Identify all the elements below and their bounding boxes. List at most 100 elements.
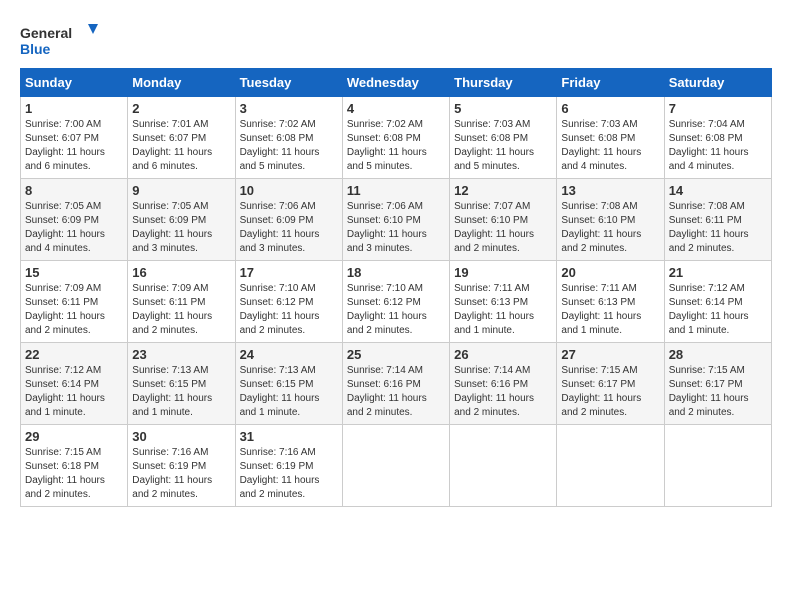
calendar-day-cell: 9 Sunrise: 7:05 AMSunset: 6:09 PMDaylight… — [128, 179, 235, 261]
day-info: Sunrise: 7:13 AMSunset: 6:15 PMDaylight:… — [240, 364, 338, 420]
day-info: Sunrise: 7:15 AMSunset: 6:17 PMDaylight:… — [669, 364, 767, 420]
day-number: 16 — [132, 265, 230, 280]
day-number: 29 — [25, 429, 123, 444]
day-number: 28 — [669, 347, 767, 362]
day-number: 11 — [347, 183, 445, 198]
day-info: Sunrise: 7:09 AMSunset: 6:11 PMDaylight:… — [132, 282, 230, 338]
weekday-header: Friday — [557, 69, 664, 97]
calendar-day-cell: 10Sunrise: 7:06 AMSunset: 6:09 PMDayligh… — [235, 179, 342, 261]
day-info: Sunrise: 7:16 AMSunset: 6:19 PMDaylight:… — [132, 446, 230, 502]
calendar-day-cell: 24 Sunrise: 7:13 AMSunset: 6:15 PMDayligh… — [235, 343, 342, 425]
page-header: General Blue — [20, 20, 772, 60]
calendar-week-row: 22Sunrise: 7:12 AMSunset: 6:14 PMDayligh… — [21, 343, 772, 425]
day-number: 6 — [561, 101, 659, 116]
day-number: 15 — [25, 265, 123, 280]
day-number: 23 — [132, 347, 230, 362]
calendar-week-row: 1 Sunrise: 7:00 AMSunset: 6:07 PMDaylight… — [21, 97, 772, 179]
calendar-day-cell: 18Sunrise: 7:10 AMSunset: 6:12 PMDayligh… — [342, 261, 449, 343]
calendar-day-cell: 1 Sunrise: 7:00 AMSunset: 6:07 PMDaylight… — [21, 97, 128, 179]
day-info: Sunrise: 7:04 AMSunset: 6:08 PMDaylight:… — [669, 118, 767, 174]
calendar-day-cell: 20 Sunrise: 7:11 AMSunset: 6:13 PMDayligh… — [557, 261, 664, 343]
day-info: Sunrise: 7:08 AMSunset: 6:11 PMDaylight:… — [669, 200, 767, 256]
calendar-day-cell: 4 Sunrise: 7:02 AMSunset: 6:08 PMDaylight… — [342, 97, 449, 179]
day-info: Sunrise: 7:15 AMSunset: 6:17 PMDaylight:… — [561, 364, 659, 420]
day-info: Sunrise: 7:16 AMSunset: 6:19 PMDaylight:… — [240, 446, 338, 502]
logo-svg: General Blue — [20, 20, 100, 60]
day-info: Sunrise: 7:08 AMSunset: 6:10 PMDaylight:… — [561, 200, 659, 256]
day-number: 21 — [669, 265, 767, 280]
day-number: 20 — [561, 265, 659, 280]
calendar-table: SundayMondayTuesdayWednesdayThursdayFrid… — [20, 68, 772, 507]
calendar-day-cell: 15Sunrise: 7:09 AMSunset: 6:11 PMDayligh… — [21, 261, 128, 343]
day-info: Sunrise: 7:10 AMSunset: 6:12 PMDaylight:… — [347, 282, 445, 338]
day-number: 26 — [454, 347, 552, 362]
calendar-body: 1 Sunrise: 7:00 AMSunset: 6:07 PMDaylight… — [21, 97, 772, 507]
calendar-day-cell: 13 Sunrise: 7:08 AMSunset: 6:10 PMDayligh… — [557, 179, 664, 261]
calendar-day-cell: 26Sunrise: 7:14 AMSunset: 6:16 PMDayligh… — [450, 343, 557, 425]
day-info: Sunrise: 7:15 AMSunset: 6:18 PMDaylight:… — [25, 446, 123, 502]
day-number: 1 — [25, 101, 123, 116]
calendar-header: SundayMondayTuesdayWednesdayThursdayFrid… — [21, 69, 772, 97]
calendar-week-row: 8Sunrise: 7:05 AMSunset: 6:09 PMDaylight… — [21, 179, 772, 261]
day-number: 14 — [669, 183, 767, 198]
day-info: Sunrise: 7:02 AMSunset: 6:08 PMDaylight:… — [240, 118, 338, 174]
day-number: 27 — [561, 347, 659, 362]
weekday-header: Wednesday — [342, 69, 449, 97]
svg-text:Blue: Blue — [20, 41, 51, 57]
calendar-day-cell: 2Sunrise: 7:01 AMSunset: 6:07 PMDaylight… — [128, 97, 235, 179]
day-number: 5 — [454, 101, 552, 116]
day-info: Sunrise: 7:11 AMSunset: 6:13 PMDaylight:… — [454, 282, 552, 338]
calendar-day-cell: 22Sunrise: 7:12 AMSunset: 6:14 PMDayligh… — [21, 343, 128, 425]
calendar-day-cell: 17 Sunrise: 7:10 AMSunset: 6:12 PMDayligh… — [235, 261, 342, 343]
day-number: 30 — [132, 429, 230, 444]
weekday-header: Sunday — [21, 69, 128, 97]
day-number: 9 — [132, 183, 230, 198]
weekday-header: Thursday — [450, 69, 557, 97]
day-number: 12 — [454, 183, 552, 198]
calendar-day-cell: 14 Sunrise: 7:08 AMSunset: 6:11 PMDayligh… — [664, 179, 771, 261]
calendar-day-cell: 29 Sunrise: 7:15 AMSunset: 6:18 PMDayligh… — [21, 425, 128, 507]
day-info: Sunrise: 7:05 AMSunset: 6:09 PMDaylight:… — [25, 200, 123, 256]
logo: General Blue — [20, 20, 100, 60]
calendar-day-cell: 3 Sunrise: 7:02 AMSunset: 6:08 PMDaylight… — [235, 97, 342, 179]
calendar-day-cell: 23Sunrise: 7:13 AMSunset: 6:15 PMDayligh… — [128, 343, 235, 425]
calendar-day-cell — [557, 425, 664, 507]
calendar-day-cell: 5Sunrise: 7:03 AMSunset: 6:08 PMDaylight… — [450, 97, 557, 179]
calendar-day-cell: 8Sunrise: 7:05 AMSunset: 6:09 PMDaylight… — [21, 179, 128, 261]
calendar-day-cell: 12Sunrise: 7:07 AMSunset: 6:10 PMDayligh… — [450, 179, 557, 261]
day-info: Sunrise: 7:03 AMSunset: 6:08 PMDaylight:… — [561, 118, 659, 174]
weekday-header: Tuesday — [235, 69, 342, 97]
day-info: Sunrise: 7:00 AMSunset: 6:07 PMDaylight:… — [25, 118, 123, 174]
day-number: 25 — [347, 347, 445, 362]
weekday-row: SundayMondayTuesdayWednesdayThursdayFrid… — [21, 69, 772, 97]
calendar-day-cell: 19Sunrise: 7:11 AMSunset: 6:13 PMDayligh… — [450, 261, 557, 343]
day-info: Sunrise: 7:14 AMSunset: 6:16 PMDaylight:… — [347, 364, 445, 420]
day-number: 13 — [561, 183, 659, 198]
day-number: 4 — [347, 101, 445, 116]
calendar-day-cell: 7 Sunrise: 7:04 AMSunset: 6:08 PMDaylight… — [664, 97, 771, 179]
weekday-header: Monday — [128, 69, 235, 97]
calendar-day-cell: 6 Sunrise: 7:03 AMSunset: 6:08 PMDaylight… — [557, 97, 664, 179]
day-info: Sunrise: 7:10 AMSunset: 6:12 PMDaylight:… — [240, 282, 338, 338]
calendar-day-cell — [450, 425, 557, 507]
calendar-day-cell: 21 Sunrise: 7:12 AMSunset: 6:14 PMDayligh… — [664, 261, 771, 343]
day-info: Sunrise: 7:02 AMSunset: 6:08 PMDaylight:… — [347, 118, 445, 174]
calendar-day-cell: 11Sunrise: 7:06 AMSunset: 6:10 PMDayligh… — [342, 179, 449, 261]
calendar-day-cell: 31 Sunrise: 7:16 AMSunset: 6:19 PMDayligh… — [235, 425, 342, 507]
day-info: Sunrise: 7:05 AMSunset: 6:09 PMDaylight:… — [132, 200, 230, 256]
day-number: 2 — [132, 101, 230, 116]
day-number: 22 — [25, 347, 123, 362]
weekday-header: Saturday — [664, 69, 771, 97]
calendar-day-cell: 16 Sunrise: 7:09 AMSunset: 6:11 PMDayligh… — [128, 261, 235, 343]
day-number: 3 — [240, 101, 338, 116]
day-number: 7 — [669, 101, 767, 116]
day-info: Sunrise: 7:11 AMSunset: 6:13 PMDaylight:… — [561, 282, 659, 338]
day-number: 10 — [240, 183, 338, 198]
day-number: 24 — [240, 347, 338, 362]
day-number: 17 — [240, 265, 338, 280]
day-number: 31 — [240, 429, 338, 444]
day-info: Sunrise: 7:12 AMSunset: 6:14 PMDaylight:… — [669, 282, 767, 338]
calendar-week-row: 29 Sunrise: 7:15 AMSunset: 6:18 PMDayligh… — [21, 425, 772, 507]
calendar-day-cell: 25 Sunrise: 7:14 AMSunset: 6:16 PMDayligh… — [342, 343, 449, 425]
calendar-day-cell: 30 Sunrise: 7:16 AMSunset: 6:19 PMDayligh… — [128, 425, 235, 507]
